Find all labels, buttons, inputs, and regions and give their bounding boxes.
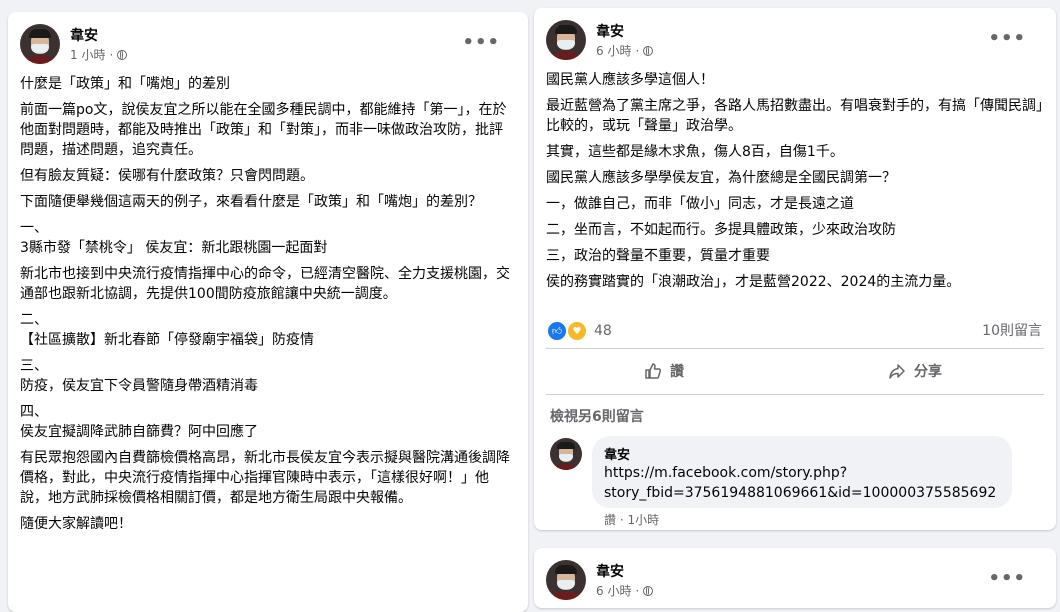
share-arrow-icon bbox=[889, 364, 905, 379]
list-item: 隨便大家解讀吧！ bbox=[20, 516, 132, 532]
reaction-count: 48 bbox=[594, 323, 612, 339]
divider bbox=[546, 394, 1044, 395]
post-paragraph: 下面隨便舉幾個這兩天的例子，來看看什麼是「政策」和「嘴炮」的差別？ bbox=[20, 194, 482, 210]
post-paragraph: 其實，這些都是緣木求魚，傷人8百，自傷1千。 bbox=[546, 144, 844, 160]
share-label: 分享 bbox=[914, 364, 942, 380]
divider bbox=[546, 348, 1044, 349]
post-paragraph: 前面一篇po文，說侯友宜之所以能在全國多種民調中，都能維持「第一」，在於他面對問… bbox=[20, 102, 507, 158]
thumbs-up-icon bbox=[645, 363, 662, 379]
list-item: 有民眾抱怨國內自費篩檢價格高昂，新北市長侯友宜今表示擬與醫院溝通後調降價格，對此… bbox=[20, 450, 510, 506]
post-time[interactable]: 6 小時 bbox=[596, 582, 631, 599]
post-body: 國民黨人應該多學這個人！ 最近藍營為了黨主席之爭，各路人馬招數盡出。有唱衰對手的，… bbox=[546, 70, 1046, 298]
author-name[interactable]: 韋安 bbox=[596, 21, 624, 41]
post-paragraph: 三，政治的聲量不重要，質量才重要 bbox=[546, 248, 770, 264]
list-number: 一、 bbox=[20, 220, 48, 236]
list-item: 3縣市發「禁桃令」 侯友宜：新北跟桃園一起面對 bbox=[20, 240, 328, 256]
author-name[interactable]: 韋安 bbox=[596, 561, 624, 581]
list-number: 二、 bbox=[20, 312, 48, 328]
list-number: 三、 bbox=[20, 358, 48, 374]
post-paragraph: 但有臉友質疑：侯哪有什麼政策？只會閃問題。 bbox=[20, 168, 314, 184]
like-label: 讚 bbox=[670, 364, 684, 380]
third-post-card: 韋安 6 小時 · ••• bbox=[534, 548, 1056, 608]
post-meta: 1 小時 · bbox=[70, 46, 128, 63]
author-avatar[interactable] bbox=[20, 24, 60, 64]
author-name[interactable]: 韋安 bbox=[70, 25, 98, 45]
post-time[interactable]: 1 小時 bbox=[70, 46, 105, 63]
thumbs-up-icon: 👍︎ bbox=[546, 320, 568, 342]
post-header: 韋安 6 小時 · ••• bbox=[546, 20, 1026, 62]
comment-author[interactable]: 韋安 bbox=[604, 444, 1000, 463]
post-body: 什麼是「政策」和「嘴炮」的差別前面一篇po文，說侯友宜之所以能在全國多種民調中，… bbox=[20, 74, 510, 540]
comment-bubble: 韋安 https://m.facebook.com/story.php?stor… bbox=[592, 436, 1012, 508]
post-meta: 6 小時 · bbox=[596, 582, 654, 599]
more-options-icon[interactable]: ••• bbox=[988, 568, 1026, 589]
right-post-card: 韋安 6 小時 · ••• 國民黨人應該多學這個人！ 最近藍營為了黨主席之爭，各路… bbox=[534, 8, 1056, 530]
post-paragraph: 侯的務實踏實的「浪潮政治」，才是藍營2022、2024的主流力量。 bbox=[546, 274, 961, 290]
meta-separator: · bbox=[635, 43, 640, 58]
globe-icon bbox=[643, 45, 654, 56]
post-paragraph: 一，做誰自己，而非「做小」同志，才是長遠之道 bbox=[546, 196, 854, 212]
globe-icon bbox=[643, 585, 654, 596]
share-button[interactable]: 分享 bbox=[888, 356, 942, 386]
left-post-card: 韋安 1 小時 · ••• 什麼是「政策」和「嘴炮」的差別前面一篇po文，說侯友… bbox=[8, 12, 528, 612]
like-button[interactable]: 讚 bbox=[644, 356, 684, 386]
list-item: 新北市也接到中央流行疫情指揮中心的命令，已經清空醫院、全力支援桃園，交通部也跟新… bbox=[20, 266, 510, 302]
comment-meta: 讚 · 1小時 bbox=[604, 513, 660, 527]
list-item: 【社區擴散】新北春節「停發廟宇福袋」防疫情 bbox=[20, 332, 314, 348]
list-number: 四、 bbox=[20, 404, 48, 420]
more-options-icon[interactable]: ••• bbox=[988, 28, 1026, 49]
post-paragraph: 國民黨人應該多學學侯友宜，為什麼總是全國民調第一？ bbox=[546, 170, 896, 186]
more-options-icon[interactable]: ••• bbox=[462, 32, 500, 53]
globe-icon bbox=[117, 49, 128, 60]
post-meta: 6 小時 · bbox=[596, 42, 654, 59]
reactions-summary[interactable]: 👍︎ ♥ 48 bbox=[546, 320, 612, 342]
view-more-comments-link[interactable]: 檢視另6則留言 bbox=[550, 406, 644, 426]
comment-like-button[interactable]: 讚 bbox=[604, 513, 616, 527]
commenter-avatar[interactable] bbox=[550, 438, 582, 470]
comment-link[interactable]: https://m.facebook.com/story.php?story_f… bbox=[604, 463, 1000, 503]
post-header: 韋安 1 小時 · ••• bbox=[20, 24, 500, 66]
post-paragraph: 二，坐而言，不如起而行。多提具體政策，少來政治攻防 bbox=[546, 222, 896, 238]
post-paragraph: 什麼是「政策」和「嘴炮」的差別 bbox=[20, 76, 230, 92]
post-paragraph: 國民黨人應該多學這個人！ bbox=[546, 72, 714, 88]
meta-separator: · bbox=[109, 47, 114, 62]
author-avatar[interactable] bbox=[546, 20, 586, 60]
comment-time[interactable]: 1小時 bbox=[627, 513, 659, 527]
post-time[interactable]: 6 小時 bbox=[596, 42, 631, 59]
comment-count-link[interactable]: 10則留言 bbox=[982, 320, 1042, 340]
care-emoji-icon: ♥ bbox=[566, 320, 588, 342]
post-paragraph: 最近藍營為了黨主席之爭，各路人馬招數盡出。有唱衰對手的，有搞「傳聞民調」比較的，… bbox=[546, 98, 1043, 134]
author-avatar[interactable] bbox=[546, 560, 586, 600]
list-item: 侯友宜擬調降武肺自篩費？阿中回應了 bbox=[20, 424, 258, 440]
list-item: 防疫，侯友宜下令員警隨身帶酒精消毒 bbox=[20, 378, 258, 394]
meta-separator: · bbox=[635, 583, 640, 598]
